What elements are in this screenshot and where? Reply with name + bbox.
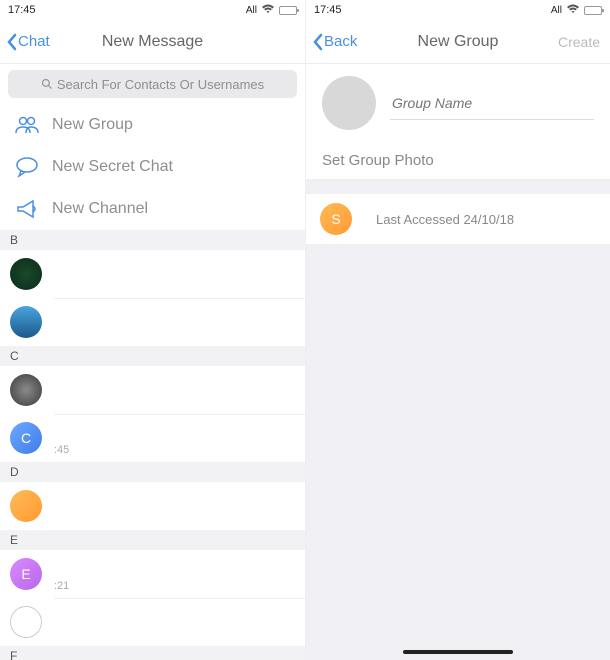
section-header-d: D	[0, 462, 305, 482]
status-time: 17:45	[8, 4, 36, 16]
avatar: E	[10, 558, 42, 590]
chevron-left-icon	[312, 33, 324, 51]
contact-subtext: :21	[54, 580, 69, 592]
empty-area	[306, 244, 610, 660]
chevron-left-icon	[6, 33, 18, 51]
status-time: 17:45	[314, 4, 342, 16]
back-button[interactable]: Back	[312, 33, 357, 51]
avatar	[10, 306, 42, 338]
member-status: Last Accessed 24/10/18	[376, 212, 514, 227]
new-group-button[interactable]: New Group	[0, 104, 305, 146]
menu-label: New Group	[52, 116, 133, 134]
wifi-icon	[566, 4, 580, 17]
right-screen-new-group: 17:45 All Back New Group Create Set Grou…	[305, 0, 610, 660]
home-indicator[interactable]	[403, 650, 513, 654]
wifi-icon	[261, 4, 275, 17]
group-header	[306, 64, 610, 142]
search-placeholder: Search For Contacts Or Usernames	[57, 77, 264, 92]
avatar: C	[10, 422, 42, 454]
new-channel-button[interactable]: New Channel	[0, 188, 305, 230]
search-icon	[41, 78, 53, 90]
contact-row[interactable]: E :21	[0, 550, 305, 598]
back-button[interactable]: Chat	[6, 33, 50, 51]
section-header-f: F	[0, 646, 305, 660]
megaphone-icon	[14, 196, 40, 222]
contact-row[interactable]	[0, 298, 305, 346]
nav-bar: Chat New Message	[0, 20, 305, 64]
contact-row[interactable]: C :45	[0, 414, 305, 462]
spacer	[306, 180, 610, 194]
battery-icon	[279, 6, 297, 15]
search-input[interactable]: Search For Contacts Or Usernames	[8, 70, 297, 98]
network-label: All	[551, 5, 562, 16]
back-label: Chat	[18, 33, 50, 50]
status-right: All	[551, 4, 602, 17]
create-button[interactable]: Create	[558, 34, 600, 50]
chat-bubble-icon	[14, 154, 40, 180]
avatar	[10, 374, 42, 406]
menu-label: New Channel	[52, 200, 148, 218]
status-bar: 17:45 All	[306, 0, 610, 20]
page-title: New Group	[418, 33, 499, 51]
left-screen-new-message: 17:45 All Chat New Message Search For Co…	[0, 0, 305, 660]
contact-row[interactable]	[0, 482, 305, 530]
network-label: All	[246, 5, 257, 16]
section-header-b: B	[0, 230, 305, 250]
new-secret-chat-button[interactable]: New Secret Chat	[0, 146, 305, 188]
section-header-e: E	[0, 530, 305, 550]
back-label: Back	[324, 33, 357, 50]
contact-row[interactable]	[0, 598, 305, 646]
contact-row[interactable]	[0, 366, 305, 414]
group-name-input[interactable]	[390, 87, 594, 120]
avatar	[10, 258, 42, 290]
set-group-photo-button[interactable]: Set Group Photo	[306, 142, 610, 180]
nav-bar: Back New Group Create	[306, 20, 610, 64]
section-header-c: C	[0, 346, 305, 366]
status-right: All	[246, 4, 297, 17]
status-bar: 17:45 All	[0, 0, 305, 20]
contact-subtext: :45	[54, 444, 69, 456]
member-row[interactable]: S Last Accessed 24/10/18	[306, 194, 610, 244]
menu-label: New Secret Chat	[52, 158, 173, 176]
battery-icon	[584, 6, 602, 15]
avatar	[10, 606, 42, 638]
avatar: S	[320, 203, 352, 235]
contact-row[interactable]	[0, 250, 305, 298]
page-title: New Message	[102, 33, 203, 51]
group-photo-placeholder[interactable]	[322, 76, 376, 130]
avatar	[10, 490, 42, 522]
group-icon	[14, 112, 40, 138]
